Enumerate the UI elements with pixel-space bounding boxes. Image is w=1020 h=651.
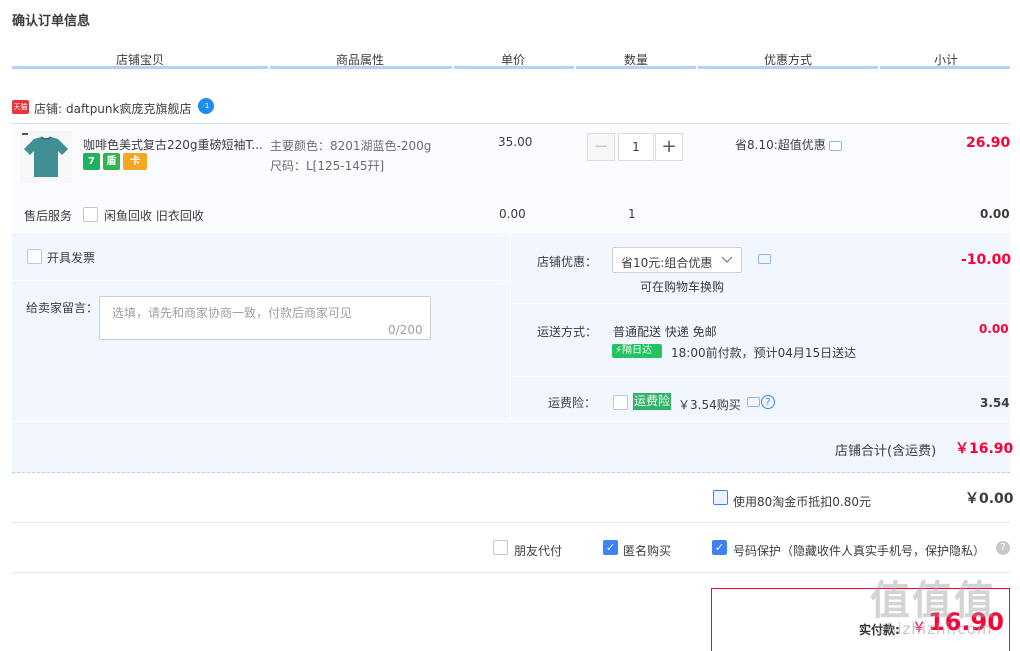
store-discount-selected: 省10元:组合优惠 [621, 256, 713, 270]
quantity-decrease-button[interactable]: − [587, 133, 615, 161]
message-label: 给卖家留言： [26, 301, 99, 315]
comment-icon[interactable] [747, 397, 760, 407]
help-icon[interactable]: ? [761, 395, 775, 409]
phone-protect-label: 号码保护（隐藏收件人真实手机号，保护隐私） [733, 544, 986, 558]
comment-icon[interactable] [758, 254, 771, 264]
watermark-url: zhizhizhi.com [878, 620, 993, 638]
shipping-panel [511, 304, 1010, 376]
column-bar [880, 66, 1010, 69]
coins-label: 使用80淘金币抵扣0.80元 [733, 495, 871, 509]
store-total-label: 店铺合计(含运费) [835, 444, 937, 459]
store-discount-hint[interactable]: 可在购物车换购 [640, 278, 724, 295]
item-subtotal: 26.90 [966, 135, 1011, 151]
chevron-down-icon [721, 256, 733, 263]
message-counter: 0/200 [388, 323, 423, 337]
insurance-checkbox[interactable] [613, 395, 628, 410]
unit-price: 35.00 [498, 135, 533, 149]
column-bar [270, 66, 452, 69]
invoice-label: 开具发票 [47, 251, 96, 265]
column-bar [454, 66, 574, 69]
friend-pay-label: 朋友代付 [514, 544, 563, 558]
divider [12, 572, 1010, 573]
insurance-badge: 运费险 [633, 393, 671, 410]
message-placeholder: 选填，请先和商家协商一致，付款后商家可见 [112, 306, 353, 320]
shipping-eta: 18:00前付款，预计04月15日送达 [671, 346, 857, 360]
tmall-badge: 天猫 [12, 100, 29, 114]
column-bar [698, 66, 878, 69]
anonymous-checkbox[interactable]: ✓ [603, 540, 618, 555]
product-thumbnail[interactable] [20, 131, 72, 183]
attr-color: 主要颜色：8201湖蓝色-200g [270, 139, 432, 153]
page-title: 确认订单信息 [12, 14, 91, 29]
watermark-logo: 值值值 [870, 578, 996, 624]
service-label: 售后服务 [24, 209, 73, 223]
help-icon[interactable]: ? [996, 541, 1010, 555]
store-label: 店铺: [34, 102, 63, 116]
shipping-label: 运送方式： [537, 325, 598, 339]
insurance-label: 运费险： [548, 396, 597, 410]
next-day-text: 隔日达 [622, 345, 653, 356]
service-option: 闲鱼回收 旧衣回收 [104, 209, 204, 223]
invoice-checkbox[interactable] [27, 249, 42, 264]
seven-day-return-icon: 7 [83, 153, 100, 170]
friend-pay-checkbox[interactable] [493, 540, 508, 555]
service-checkbox[interactable] [83, 207, 98, 222]
service-quantity: 1 [628, 207, 636, 221]
coins-amount: ￥0.00 [965, 491, 1014, 507]
shipping-amount: 0.00 [979, 322, 1009, 336]
guarantee-icon: 盾 [103, 153, 120, 170]
quantity-increase-button[interactable]: + [655, 133, 683, 161]
service-price: 0.00 [499, 207, 526, 221]
divider [12, 522, 1010, 523]
message-input[interactable]: 选填，请先和商家协商一致，付款后商家可见 0/200 [99, 296, 431, 340]
column-bar [576, 66, 696, 69]
phone-protect-checkbox[interactable]: ✓ [712, 540, 727, 555]
attr-size: 尺码：L[125-145幵] [270, 159, 385, 173]
comment-icon[interactable] [829, 141, 842, 151]
product-name[interactable]: 咖啡色美式复古220g重磅短袖T... [83, 136, 263, 153]
quantity-input[interactable]: 1 [618, 133, 654, 161]
store-total-amount: ￥16.90 [955, 441, 1014, 457]
store-discount-select[interactable]: 省10元:组合优惠 [612, 247, 742, 273]
coins-checkbox[interactable] [713, 490, 728, 505]
insurance-price: ￥3.54购买 [678, 398, 741, 412]
shipping-method: 普通配送 快递 免邮 [613, 325, 717, 339]
insurance-amount: 3.54 [980, 396, 1010, 410]
store-name[interactable]: daftpunk疯庞克旗舰店 [66, 100, 191, 117]
chat-icon[interactable]: ·1 [198, 98, 214, 114]
next-day-badge: ⚡隔日达 [612, 344, 662, 358]
anonymous-label: 匿名购买 [623, 544, 672, 558]
store-discount-label: 店铺优惠： [537, 255, 598, 269]
store-discount-amount: -10.00 [961, 252, 1012, 268]
column-bar [12, 66, 268, 69]
card-icon: 卡 [123, 153, 147, 170]
item-discount: 省8.10:超值优惠 [735, 138, 826, 152]
service-subtotal: 0.00 [980, 207, 1010, 221]
